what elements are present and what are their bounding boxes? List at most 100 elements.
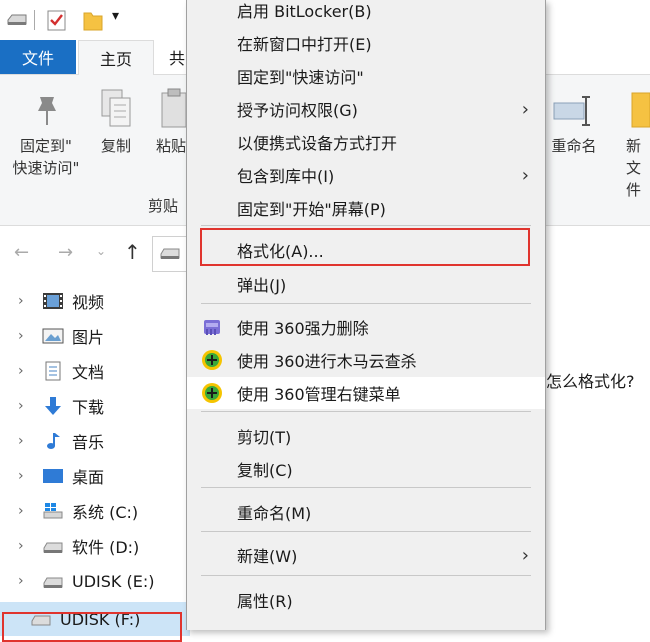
submenu-arrow-icon: › <box>521 98 529 120</box>
recent-dropdown-icon[interactable]: ⌄ <box>96 244 106 258</box>
expand-chevron-icon[interactable]: › <box>18 433 24 449</box>
submenu-arrow-icon: › <box>521 544 529 566</box>
menu-item-360-scan[interactable]: 使用 360进行木马云查杀 <box>187 344 545 376</box>
menu-label: 属性(R) <box>237 592 293 611</box>
pin-quick-access-button[interactable]: 固定到" 快速访问" <box>6 135 86 179</box>
drive-icon[interactable] <box>6 12 28 28</box>
menu-label: 新建(W) <box>237 547 298 566</box>
menu-item-pin-start[interactable]: 固定到"开始"屏幕(P) <box>187 192 545 224</box>
nav-item-documents[interactable]: › 文档 <box>0 354 190 388</box>
desktop-icon <box>43 469 63 483</box>
menu-item-rename[interactable]: 重命名(M) <box>187 496 545 528</box>
360-shred-icon <box>204 320 220 335</box>
tab-home[interactable]: 主页 <box>78 40 154 75</box>
menu-separator <box>201 531 531 532</box>
menu-item-bitlocker[interactable]: 启用 BitLocker(B) <box>187 0 545 26</box>
menu-item-portable-open[interactable]: 以便携式设备方式打开 <box>187 126 545 158</box>
music-icon <box>47 433 60 449</box>
nav-item-desktop[interactable]: › 桌面 <box>0 459 190 493</box>
nav-item-udisk-e[interactable]: › UDISK (E:) <box>0 564 190 598</box>
menu-label: 启用 BitLocker(B) <box>237 2 372 21</box>
new-folder-icon[interactable] <box>82 8 104 32</box>
properties-check-icon[interactable] <box>46 8 68 32</box>
menu-label: 使用 360进行木马云查杀 <box>237 352 417 371</box>
menu-separator <box>201 225 531 226</box>
expand-chevron-icon[interactable]: › <box>18 328 24 344</box>
menu-separator <box>201 303 531 304</box>
forward-arrow-icon[interactable]: → <box>58 242 73 263</box>
content-text: 怎么格式化? <box>546 372 635 391</box>
paste-button[interactable]: 粘贴 <box>156 135 186 157</box>
picture-icon <box>42 328 64 344</box>
download-icon <box>45 397 61 415</box>
new-label-line2: 文件 <box>626 159 642 199</box>
expand-chevron-icon[interactable]: › <box>18 468 24 484</box>
expand-chevron-icon[interactable]: › <box>18 538 24 554</box>
360-plus-icon <box>202 350 222 370</box>
menu-label: 使用 360强力删除 <box>237 319 369 338</box>
360-plus-icon <box>202 383 222 403</box>
menu-label: 使用 360管理右键菜单 <box>237 385 401 404</box>
nav-label: 文档 <box>72 363 105 382</box>
menu-label: 剪切(T) <box>237 428 292 447</box>
nav-item-music[interactable]: › 音乐 <box>0 424 190 458</box>
copy-icon <box>101 89 131 127</box>
navigation-pane: › 视频 › 图片 › 文档 › 下载 › 音乐 › 桌面 › 系统 (C:) … <box>0 282 190 636</box>
menu-label: 弹出(J) <box>237 276 287 295</box>
document-icon <box>45 361 61 381</box>
nav-label: 系统 (C:) <box>72 503 139 522</box>
nav-label: 音乐 <box>72 433 105 452</box>
tab-file[interactable]: 文件 <box>0 40 76 74</box>
nav-label: 图片 <box>72 328 105 347</box>
menu-separator <box>201 411 531 412</box>
pin-label-line2: 快速访问" <box>12 159 80 177</box>
new-button[interactable]: 新 文件 <box>626 135 650 201</box>
nav-label: 视频 <box>72 293 105 312</box>
menu-item-copy[interactable]: 复制(C) <box>187 453 545 485</box>
toolbar-divider <box>34 10 35 30</box>
menu-label: 复制(C) <box>237 461 293 480</box>
expand-chevron-icon[interactable]: › <box>18 293 24 309</box>
up-arrow-icon[interactable]: ↑ <box>124 240 141 264</box>
menu-item-properties[interactable]: 属性(R) <box>187 584 545 616</box>
menu-label: 以便携式设备方式打开 <box>237 134 398 153</box>
context-menu: 启用 BitLocker(B) 在新窗口中打开(E) 固定到"快速访问" 授予访… <box>186 0 546 630</box>
rename-icon <box>553 96 590 126</box>
expand-chevron-icon[interactable]: › <box>18 503 24 519</box>
expand-chevron-icon[interactable]: › <box>18 363 24 379</box>
tab-share[interactable]: 共 <box>168 40 186 74</box>
menu-item-grant-access[interactable]: 授予访问权限(G) › <box>187 93 545 125</box>
nav-item-software-d[interactable]: › 软件 (D:) <box>0 529 190 563</box>
menu-item-new[interactable]: 新建(W) › <box>187 539 545 571</box>
menu-item-eject[interactable]: 弹出(J) <box>187 268 545 300</box>
menu-item-include-library[interactable]: 包含到库中(I) › <box>187 159 545 191</box>
drive-icon <box>43 542 63 553</box>
expand-chevron-icon[interactable]: › <box>18 573 24 589</box>
clipboard-group-label: 剪贴 <box>148 197 179 215</box>
nav-item-pictures[interactable]: › 图片 <box>0 319 190 353</box>
highlight-box-format <box>200 228 530 266</box>
menu-item-cut[interactable]: 剪切(T) <box>187 420 545 452</box>
submenu-arrow-icon: › <box>521 164 529 186</box>
nav-item-downloads[interactable]: › 下载 <box>0 389 190 423</box>
highlight-box-drive <box>2 612 182 642</box>
menu-item-360-delete[interactable]: 使用 360强力删除 <box>187 311 545 343</box>
menu-item-open-new-window[interactable]: 在新窗口中打开(E) <box>187 27 545 59</box>
customize-dropdown-icon[interactable]: ▾ <box>112 8 119 24</box>
menu-label: 固定到"开始"屏幕(P) <box>237 200 386 219</box>
expand-chevron-icon[interactable]: › <box>18 398 24 414</box>
usb-drive-icon <box>160 248 180 259</box>
new-folder-ribbon-icon <box>631 92 650 128</box>
nav-label: 软件 (D:) <box>72 538 140 557</box>
back-arrow-icon[interactable]: ← <box>14 242 29 263</box>
nav-item-videos[interactable]: › 视频 <box>0 284 190 318</box>
rename-button[interactable]: 重命名 <box>544 135 604 157</box>
nav-item-system-c[interactable]: › 系统 (C:) <box>0 494 190 528</box>
nav-label: 下载 <box>72 398 105 417</box>
copy-button[interactable]: 复制 <box>92 135 140 157</box>
menu-item-pin-quick-access[interactable]: 固定到"快速访问" <box>187 60 545 92</box>
nav-label: 桌面 <box>72 468 105 487</box>
menu-item-360-manage[interactable]: 使用 360管理右键菜单 <box>187 377 545 409</box>
pin-label-line1: 固定到" <box>20 137 72 155</box>
nav-label: UDISK (E:) <box>72 571 155 591</box>
